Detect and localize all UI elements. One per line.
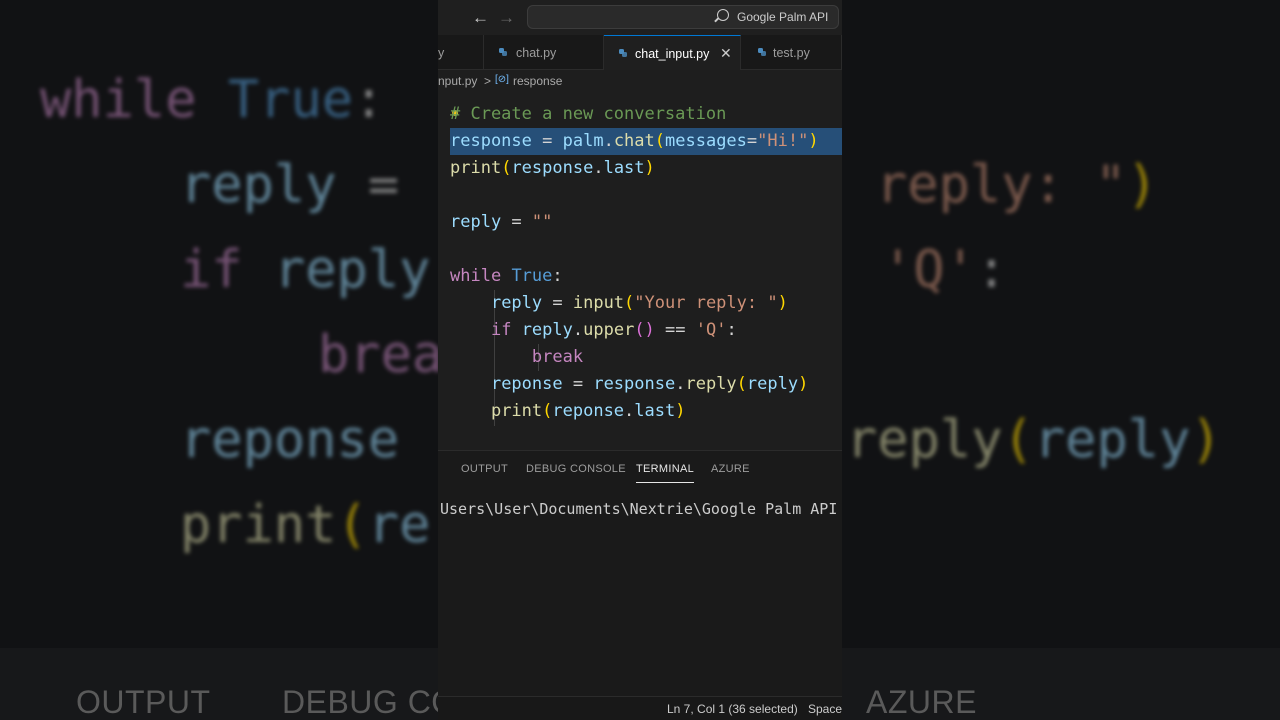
code-line-reponse: reponse = response.reply(reply) [490, 374, 809, 394]
bg-line-break: brea [318, 325, 444, 385]
bg-line-if: if reply [180, 240, 431, 300]
code-line-print-reponse: print(reponse.last) [490, 401, 686, 421]
code-editor[interactable]: ● # Create a new conversation response =… [438, 0, 842, 426]
bg-line-reponse: reponse [180, 410, 400, 470]
status-cursor-position[interactable]: Ln 7, Col 1 (36 selected) [667, 702, 798, 716]
bottom-panel: OUTPUT DEBUG CONSOLE TERMINAL AZURE User… [438, 450, 842, 696]
bg-tab-debug: DEBUG CO [282, 684, 457, 720]
bg-line-while: while True: [40, 70, 385, 130]
bg-right-reply: reply: ") [876, 155, 1158, 215]
bg-right-replycall: reply(reply) [846, 410, 1222, 470]
status-bar: Ln 7, Col 1 (36 selected) Spaces [438, 696, 842, 720]
panel-tab-debug-console[interactable]: DEBUG CONSOLE [526, 463, 626, 475]
panel-tab-azure[interactable]: AZURE [711, 463, 750, 475]
code-line-reply-init: reply = "" [450, 212, 553, 232]
code-line-input: reply = input("Your reply: ") [490, 293, 788, 313]
terminal-output[interactable]: Users\User\Documents\Nextrie\Google Palm… [440, 500, 837, 518]
code-line-print-response: print(response.last) [450, 158, 655, 178]
status-indentation[interactable]: Spaces [808, 702, 842, 716]
bg-right-q: 'Q': [882, 240, 1008, 300]
bg-tab-output: OUTPUT [76, 684, 211, 720]
code-line-while: while True: [450, 266, 563, 286]
bg-tab-azure: AZURE [866, 684, 977, 720]
vscode-window: ← → Google Palm API y chat.py chat_input… [438, 0, 842, 720]
code-line-break: break [531, 347, 584, 367]
code-line-comment: # Create a new conversation [450, 104, 727, 124]
bg-line-print: print(re [180, 495, 431, 555]
panel-tab-terminal[interactable]: TERMINAL [636, 463, 695, 483]
bg-line-reply: reply = [180, 155, 400, 215]
code-line-response: response = palm.chat(messages="Hi!") [450, 131, 819, 151]
panel-tab-output[interactable]: OUTPUT [461, 463, 508, 475]
code-line-if: if reply.upper() == 'Q': [490, 320, 737, 340]
